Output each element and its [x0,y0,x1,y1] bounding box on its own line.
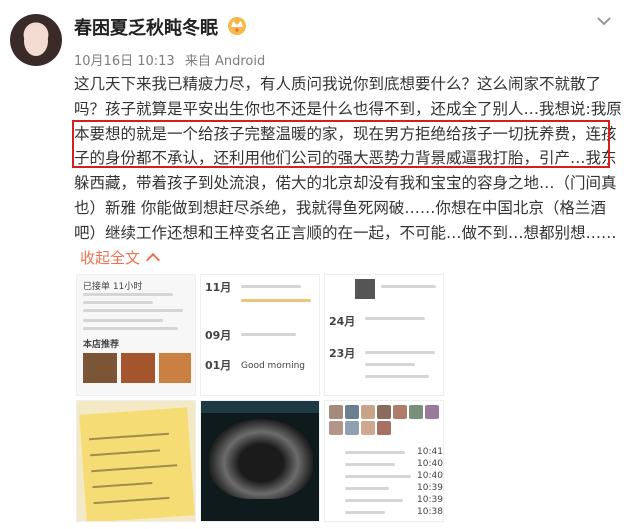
chevron-down-icon[interactable] [596,15,612,27]
text-line [345,499,403,502]
avatar-small [361,405,375,419]
text-line [345,451,405,454]
avatar-small [377,421,391,435]
collapse-label: 收起全文 [80,249,141,267]
avatar-small [425,405,439,419]
time-label: 10:41 [417,447,443,457]
avatar-small [393,405,407,419]
post-line: 躲西藏，带着孩子到处流浪，偌大的北京却没有我和宝宝的容身之地…（门间真 [74,174,617,193]
image-thumbnail-4[interactable] [76,400,196,522]
time-label: 10:40 [417,459,443,469]
date-label: 11月 [205,281,232,294]
avatar-small [345,405,359,419]
handwriting-line [92,481,153,489]
avatar-small [345,421,359,435]
food-photo [121,353,155,383]
photo-square [355,279,375,299]
avatar-small [409,405,423,419]
time-label: 10:40 [417,471,443,481]
date-label: 24月 [329,315,356,328]
post-line: 也）新雅 你能做到想赶尽杀绝，我就得鱼死网破……你想在中国北京（格兰酒 [74,198,606,217]
avatar-small [361,421,375,435]
avatar-small [329,405,343,419]
text-line [381,285,436,288]
text-line [241,333,296,336]
thumb-header-text: 已接单 11小时 [83,282,143,292]
date-label: 01月 [205,359,232,372]
handwriting-line [90,449,161,457]
post-line: 吧）继续工作还想和王梓变名正言顺的在一起，不可能…做不到…想都别想…… [74,223,617,242]
post-body: 这几天下来我已精疲力尽，有人质问我说你到底想要什么？这么闹家不就散了 吗？孩子就… [74,72,622,246]
avatar-small [377,405,391,419]
post-line: 吗？孩子就算是平安出生你也不还是什么也得不到，还成全了别人…我想说:我原 [74,99,622,118]
chevron-up-icon [145,252,161,268]
image-thumbnail-2[interactable]: 11月 09月 01月 Good morning [200,274,320,396]
post-line: 子的身份都不承认，还利用他们公司的强大恶势力背景威逼我打胎，引产…我东 [74,149,617,168]
food-photo [159,353,191,383]
post-source: 来自 Android [184,54,266,69]
ultrasound-header [201,401,319,413]
handwriting-line [93,496,170,505]
time-label: 10:39 [417,495,443,505]
text-line [83,293,173,296]
time-label: 10:39 [417,483,443,493]
sticker-row [241,299,311,302]
collapse-text-button[interactable]: 收起全文 [80,247,161,268]
handwriting-line [91,464,178,473]
post-meta: 10月16日 10:13 来自 Android [74,50,271,69]
avatar-small [329,421,343,435]
username[interactable]: 春困夏乏秋盹冬眠 [74,14,218,40]
handwritten-note [79,407,195,521]
image-thumbnail-3[interactable]: 24月 23月 [324,274,444,396]
vip-crown-icon [228,17,246,35]
text-line [83,319,163,322]
text-line [345,511,385,514]
text-line [365,375,429,378]
message-text: Good morning [241,361,305,371]
post-line: 这几天下来我已精疲力尽，有人质问我说你到底想要什么？这么闹家不就散了 [74,75,602,93]
text-line [365,351,435,354]
text-line [83,309,183,312]
handwriting-line [89,432,169,441]
text-line [83,301,153,304]
image-thumbnail-6[interactable]: 10:41 10:40 10:40 10:39 10:39 10:38 [324,400,444,522]
ultrasound-scan [209,419,313,499]
text-line [345,463,395,466]
text-line [345,487,389,490]
date-label: 09月 [205,329,232,342]
text-line [241,285,301,288]
food-photo [83,353,117,383]
post-timestamp[interactable]: 10月16日 10:13 [74,54,175,69]
avatar[interactable] [10,14,62,66]
date-label: 23月 [329,347,356,360]
post-line: 本要想的就是一个给孩子完整温暖的家，现在男方拒绝给孩子一切抚养费，连孩 [74,124,617,143]
thumb-section-title: 本店推荐 [83,340,120,350]
text-line [83,327,178,330]
time-label: 10:38 [417,507,443,517]
image-thumbnail-1[interactable]: 已接单 11小时 本店推荐 [76,274,196,396]
image-thumbnail-5[interactable] [200,400,320,522]
text-line [365,317,425,320]
text-line [365,363,415,366]
text-line [345,475,411,478]
